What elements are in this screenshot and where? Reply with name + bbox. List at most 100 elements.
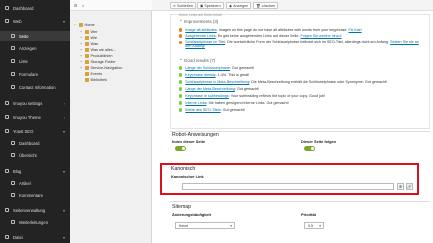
robots-section-title: Robot-Anweisungen bbox=[172, 132, 219, 138]
expand-icon[interactable]: + bbox=[80, 60, 83, 64]
priority-select[interactable]: 0.5 ▾ bbox=[304, 222, 324, 229]
fix-link[interactable]: Folgen Sie welche hinzu! bbox=[301, 34, 342, 38]
save-button[interactable]: ▣ Speichern bbox=[197, 2, 224, 9]
canonical-link-input[interactable] bbox=[182, 183, 394, 190]
tree-item[interactable]: − Home bbox=[74, 22, 95, 28]
sidebar-item-web[interactable]: Web ▾ bbox=[0, 16, 70, 26]
dashboard-icon bbox=[5, 6, 9, 10]
expand-icon[interactable]: + bbox=[80, 42, 83, 46]
save-icon: ▣ bbox=[200, 3, 204, 8]
sidebar-item-artikel[interactable]: Artikel bbox=[0, 178, 70, 188]
assessment-link[interactable]: Schlüsselphrase in Meta-Beschreibung bbox=[185, 80, 249, 84]
assessment-link[interactable]: Länge der Meta-Beschreibung bbox=[185, 87, 235, 91]
chevron-down-icon: ▾ bbox=[62, 234, 65, 240]
chevron-down-icon: ▾ bbox=[62, 18, 65, 24]
view-button[interactable]: ◉ Anzeigen bbox=[226, 2, 252, 9]
module-sidebar: Dashboard Web ▾ Seite Anzeigen Liste Form… bbox=[0, 0, 70, 243]
sidebar-group-muyou-settings[interactable]: !muyou settings › bbox=[0, 98, 70, 108]
tree-filter-icon[interactable]: ⊞ bbox=[74, 3, 77, 8]
fix-link[interactable]: Fix that! bbox=[348, 28, 361, 32]
sidebar-group-yoast-seo[interactable]: Yoast SEO ▾ bbox=[0, 126, 70, 136]
expand-icon[interactable]: + bbox=[80, 66, 83, 70]
page-icon bbox=[85, 42, 89, 46]
green-dot-icon bbox=[179, 87, 183, 91]
app-window: Dashboard Web ▾ Seite Anzeigen Liste Form… bbox=[0, 0, 433, 243]
page-icon bbox=[85, 30, 89, 34]
seo-analysis-panel: Keine Links auf Seite-Inhalt ⌃ Improveme… bbox=[170, 13, 430, 129]
good-result-item: Schlüsselphrase in Meta-Beschreibung: Di… bbox=[179, 80, 387, 84]
index-toggle[interactable] bbox=[175, 146, 186, 151]
theme-icon bbox=[5, 115, 9, 119]
changefreq-select[interactable]: Keine ▾ bbox=[175, 222, 235, 229]
sidebar-item-yoast-dashboard[interactable]: Dashboard bbox=[0, 138, 70, 148]
settings-icon bbox=[5, 101, 9, 105]
assessment-link[interactable]: Keyphrase density bbox=[185, 73, 215, 77]
chevron-down-icon: ▾ bbox=[230, 223, 232, 228]
assessment-link[interactable]: Länge der Schlüsselphrase bbox=[185, 66, 230, 70]
improvement-item: Image alt attributes: Images on this pag… bbox=[179, 28, 362, 32]
page-icon bbox=[85, 36, 89, 40]
sidebar-item-anzeigen[interactable]: Anzeigen bbox=[0, 43, 70, 53]
sidebar-item-seite[interactable]: Seite bbox=[0, 31, 70, 41]
blog-icon bbox=[5, 169, 9, 173]
sidebar-group-seitenverwaltung[interactable]: Seitenverwaltung ▾ bbox=[0, 205, 70, 215]
tree-search-icon[interactable]: ⌕ bbox=[82, 3, 84, 8]
orange-dot-icon bbox=[179, 28, 183, 32]
follow-toggle[interactable] bbox=[304, 146, 315, 151]
sidebar-item-ubersicht[interactable]: Übersicht bbox=[0, 150, 70, 160]
canonical-highlight-box bbox=[160, 163, 419, 195]
close-button[interactable]: ✕ Schließen bbox=[170, 2, 196, 9]
index-label: Index dieser Seite bbox=[172, 139, 206, 144]
divider bbox=[170, 201, 430, 202]
assessment-link[interactable]: Ausgehende Links bbox=[185, 34, 215, 38]
improvement-item: Ausgehende Links: Es gibt keine ausgehen… bbox=[179, 34, 342, 38]
good-result-item: Interne Links: Sie haben genügend intern… bbox=[179, 101, 289, 105]
assessment-link[interactable]: Interne Links bbox=[185, 101, 206, 105]
green-dot-icon bbox=[179, 80, 183, 84]
sitemap-section-title: Sitemap bbox=[172, 204, 192, 210]
sidebar-item-formulare[interactable]: Formulare bbox=[0, 69, 70, 79]
page-browser-button[interactable]: ⊕ bbox=[397, 183, 404, 190]
view-icon: ◉ bbox=[229, 3, 233, 8]
comment-icon bbox=[11, 193, 15, 197]
assessment-link[interactable]: Keyphrase in subheadings bbox=[185, 94, 228, 98]
assessment-link[interactable]: Breite des SEO-Titels bbox=[185, 108, 220, 112]
good-results-heading[interactable]: ⌃ Good results (7) bbox=[179, 58, 215, 64]
link-wizard-button[interactable]: 🔗 bbox=[406, 183, 413, 190]
improvement-item: Schlüsselphrase im Titel: Die wortwörtli… bbox=[179, 40, 419, 48]
canonical-link-label: Kanonischer Link bbox=[171, 174, 204, 179]
green-dot-icon bbox=[179, 73, 183, 77]
sidebar-item-kommentare[interactable]: Kommentare bbox=[0, 190, 70, 200]
expand-icon[interactable]: + bbox=[80, 36, 83, 40]
improvements-heading[interactable]: ⌃ Improvements (3) bbox=[179, 19, 218, 25]
tree-item[interactable]: Bibliothek bbox=[80, 77, 107, 83]
chevron-right-icon: › bbox=[63, 100, 65, 106]
sidebar-item-weiterleitungen[interactable]: Weiterleitungen bbox=[0, 217, 70, 227]
assessment-link[interactable]: Image alt attributes bbox=[185, 28, 216, 32]
sidebar-group-blog[interactable]: Blog ▾ bbox=[0, 166, 70, 176]
link-icon: 🔗 bbox=[407, 185, 412, 189]
page-icon bbox=[85, 66, 89, 70]
sidebar-item-liste[interactable]: Liste bbox=[0, 56, 70, 66]
page-icon bbox=[11, 34, 15, 38]
sidebar-item-contact-information[interactable]: Contact Information bbox=[0, 82, 70, 92]
sidebar-group-muyou-theme[interactable]: !muyou Theme › bbox=[0, 112, 70, 122]
good-result-item: Länge der Meta-Beschreibung: Gut gemacht… bbox=[179, 87, 259, 91]
chevron-down-icon: ▾ bbox=[62, 207, 65, 213]
expand-icon[interactable]: + bbox=[80, 48, 83, 52]
page-tree-panel: ⊞ ⌕ − Home + Wer + Wie + Was + Was sie alles.… bbox=[70, 0, 152, 243]
list-icon bbox=[11, 59, 15, 63]
file-icon bbox=[5, 235, 9, 239]
truncated-text: Keine Links auf Seite-Inhalt bbox=[179, 13, 222, 17]
page-icon bbox=[85, 78, 89, 82]
article-icon bbox=[11, 181, 15, 185]
expand-icon[interactable]: − bbox=[74, 23, 77, 27]
sidebar-group-datei[interactable]: Datei ▾ bbox=[0, 232, 70, 242]
chevron-down-icon: ▾ bbox=[62, 168, 65, 174]
expand-icon[interactable]: + bbox=[80, 30, 83, 34]
sidebar-item-dashboard[interactable]: Dashboard bbox=[0, 3, 70, 13]
orange-dot-icon bbox=[179, 34, 183, 38]
expand-icon[interactable]: + bbox=[80, 54, 83, 58]
yoast-icon bbox=[5, 129, 9, 133]
delete-button[interactable]: 🗑 Löschen bbox=[253, 2, 279, 9]
